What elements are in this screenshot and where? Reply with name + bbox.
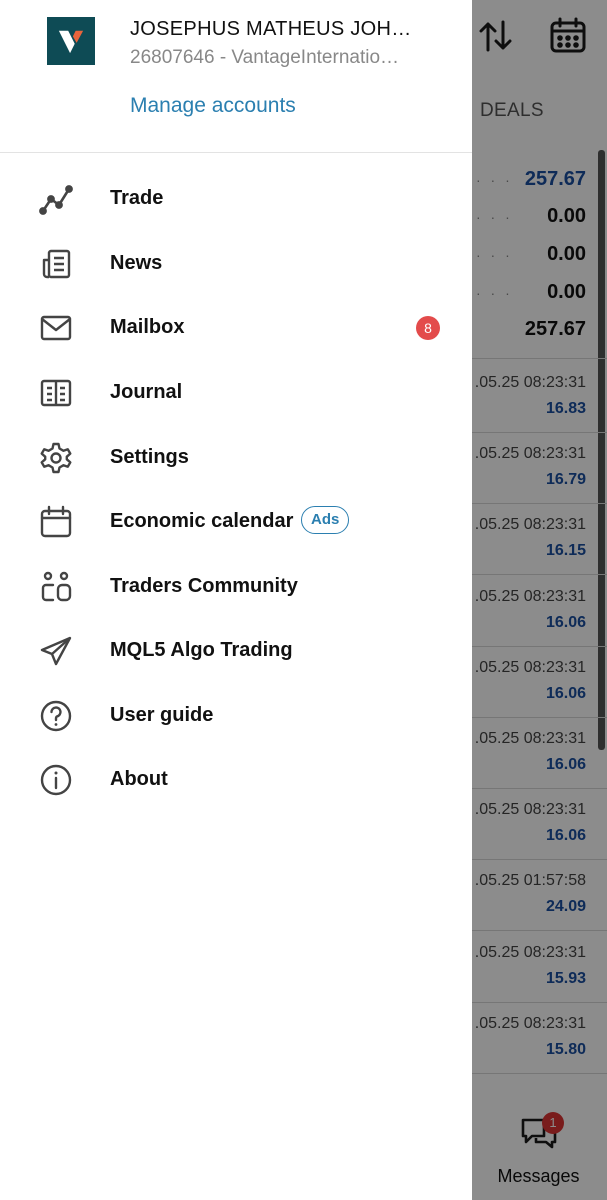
- broker-logo: [47, 17, 95, 65]
- ads-tag: Ads: [301, 506, 350, 534]
- menu-label-news: News: [110, 252, 163, 274]
- paper-plane-icon: [38, 633, 74, 669]
- scrim-overlay[interactable]: [470, 0, 607, 1200]
- trade-chart-icon: [38, 181, 74, 217]
- navigation-drawer: JOSEPHUS MATHEUS JOH… 26807646 - Vantage…: [0, 0, 472, 1200]
- info-icon: [38, 762, 74, 798]
- calendar-icon: [38, 504, 74, 540]
- gear-icon: [38, 440, 74, 476]
- mail-icon: [38, 310, 74, 346]
- menu-item-economic-calendar[interactable]: Economic calendar Ads: [0, 490, 472, 554]
- menu-item-journal[interactable]: Journal: [0, 361, 472, 425]
- menu-label-trade: Trade: [110, 187, 164, 209]
- menu-item-trade[interactable]: Trade: [0, 167, 472, 231]
- manage-accounts-link[interactable]: Manage accounts: [130, 94, 296, 118]
- menu-label-economic-calendar: Economic calendar: [110, 510, 294, 532]
- help-icon: [38, 698, 74, 734]
- menu-label-mql5-algo-trading: MQL5 Algo Trading: [110, 639, 293, 661]
- menu-item-mailbox[interactable]: Mailbox 8: [0, 296, 472, 360]
- menu-item-traders-community[interactable]: Traders Community: [0, 555, 472, 619]
- menu-label-about: About: [110, 768, 168, 790]
- news-icon: [38, 246, 74, 282]
- menu-item-mql5-algo-trading[interactable]: MQL5 Algo Trading: [0, 619, 472, 683]
- account-header: JOSEPHUS MATHEUS JOH… 26807646 - Vantage…: [0, 0, 472, 153]
- menu-label-settings: Settings: [110, 446, 189, 468]
- menu-label-journal: Journal: [110, 381, 183, 403]
- menu-item-about[interactable]: About: [0, 748, 472, 812]
- journal-icon: [38, 375, 74, 411]
- menu-label-user-guide: User guide: [110, 704, 214, 726]
- menu-item-news[interactable]: News: [0, 232, 472, 296]
- menu-label-mailbox: Mailbox: [110, 316, 185, 338]
- account-name[interactable]: JOSEPHUS MATHEUS JOH…: [130, 18, 430, 41]
- community-icon: [38, 569, 74, 605]
- menu-item-user-guide[interactable]: User guide: [0, 684, 472, 748]
- account-number[interactable]: 26807646 - VantageInternatio…: [130, 47, 430, 69]
- mailbox-unread-badge: 8: [416, 316, 440, 340]
- menu-item-settings[interactable]: Settings: [0, 426, 472, 490]
- menu-label-traders-community: Traders Community: [110, 575, 298, 597]
